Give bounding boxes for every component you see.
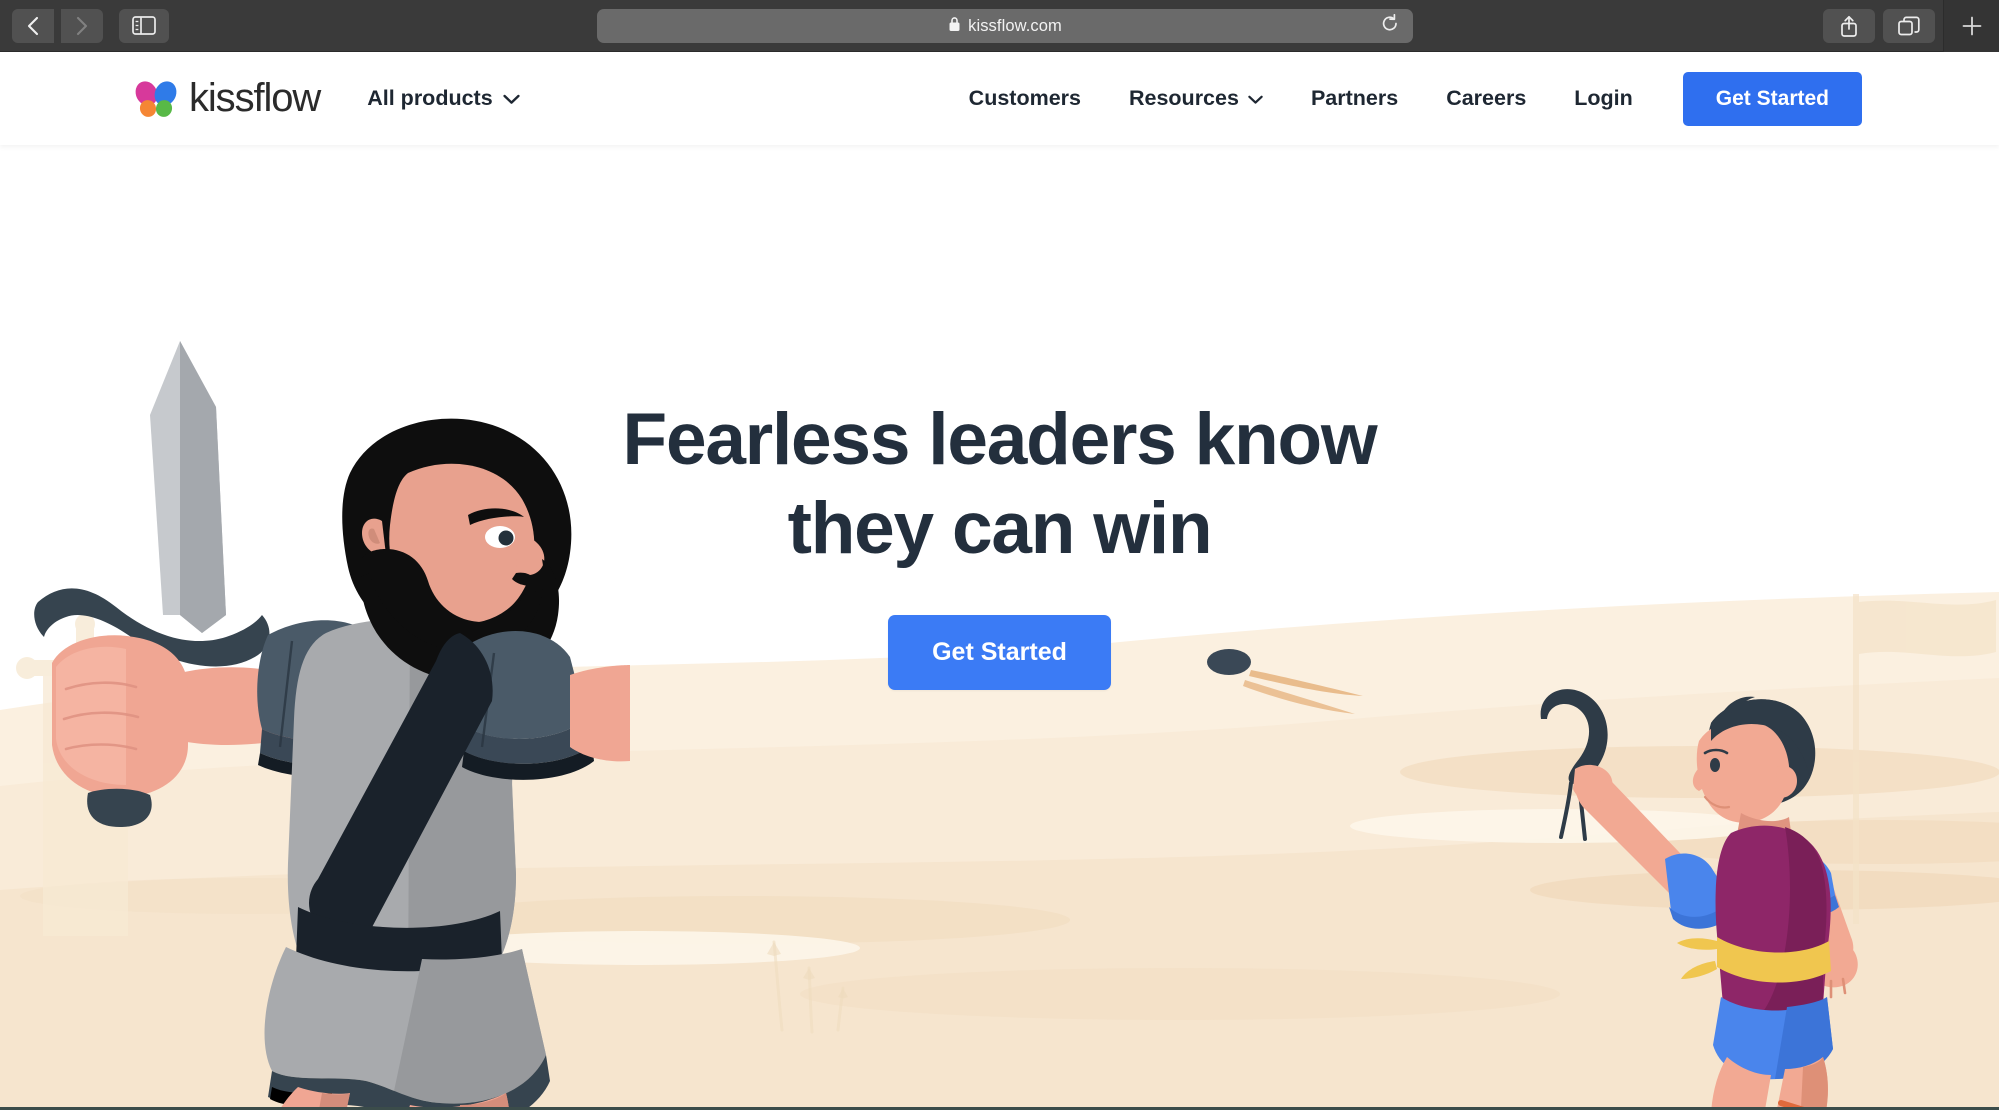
reload-icon: [1382, 13, 1397, 31]
nav-item-resources[interactable]: Resources: [1105, 86, 1287, 111]
nav-item-customers[interactable]: Customers: [945, 86, 1105, 111]
hero-content: Fearless leaders know they can win Get S…: [0, 395, 1999, 691]
sidebar-toggle-button[interactable]: [119, 8, 169, 43]
nav-all-products[interactable]: All products: [367, 86, 520, 111]
nav-item-partners[interactable]: Partners: [1287, 86, 1422, 111]
hero-headline-line1: Fearless leaders know: [622, 399, 1378, 480]
hero-get-started-button[interactable]: Get Started: [888, 615, 1111, 691]
nav-item-label: Login: [1574, 86, 1633, 110]
back-button[interactable]: [12, 8, 54, 43]
chevron-right-icon: [76, 16, 88, 35]
site-header: kissflow All products Customers Resource…: [0, 52, 1999, 145]
chevron-down-icon: [503, 86, 520, 111]
chevron-left-icon: [27, 16, 39, 35]
reload-button[interactable]: [1381, 13, 1399, 38]
browser-window: kissflow.com kissflow All products Custo…: [0, 0, 1999, 1110]
nav-item-label: Careers: [1446, 86, 1527, 110]
forward-button[interactable]: [61, 8, 103, 43]
kissflow-logo-icon: [131, 77, 181, 119]
address-bar-url: kissflow.com: [968, 16, 1062, 35]
tab-overview-icon: [1898, 16, 1920, 35]
hero-headline: Fearless leaders know they can win: [622, 395, 1378, 573]
toolbar-left-controls: [0, 8, 169, 43]
nav-all-products-label: All products: [367, 86, 493, 110]
page-viewport: kissflow All products Customers Resource…: [0, 52, 1999, 1110]
hero-headline-line2: they can win: [787, 488, 1213, 570]
nav-item-label: Customers: [968, 86, 1081, 110]
share-button[interactable]: [1823, 9, 1875, 43]
tab-overview-button[interactable]: [1883, 9, 1935, 43]
nav-item-careers[interactable]: Careers: [1422, 86, 1550, 111]
chevron-down-icon: [1248, 86, 1263, 111]
lock-icon: [948, 16, 961, 37]
plus-icon: [1962, 16, 1981, 36]
brand-logo-link[interactable]: kissflow: [131, 76, 321, 121]
david-character: [1540, 689, 1858, 1110]
new-tab-button[interactable]: [1943, 0, 1999, 52]
nav-item-label: Partners: [1310, 86, 1399, 110]
primary-navigation: Customers Resources Partners Careers Log…: [945, 71, 1999, 126]
nav-item-label: Resources: [1128, 86, 1239, 110]
share-icon: [1841, 15, 1857, 37]
nav-item-login[interactable]: Login: [1550, 86, 1657, 111]
browser-toolbar: kissflow.com: [0, 0, 1999, 52]
hero-section: Fearless leaders know they can win Get S…: [0, 145, 1999, 1110]
toolbar-right-controls: [1823, 0, 1999, 52]
header-get-started-button[interactable]: Get Started: [1682, 71, 1862, 126]
address-bar[interactable]: kissflow.com: [597, 9, 1413, 43]
brand-wordmark: kissflow: [189, 76, 321, 120]
sidebar-icon: [132, 16, 156, 35]
